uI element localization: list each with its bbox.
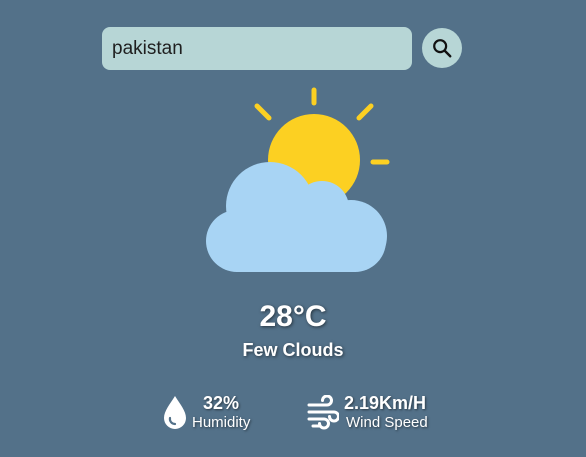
wind-speed-label: Wind Speed	[346, 414, 428, 431]
weather-description: Few Clouds	[242, 340, 344, 360]
temperature: 28°C	[259, 300, 327, 333]
search-input[interactable]	[102, 27, 412, 70]
partly-cloudy-icon	[206, 87, 390, 272]
humidity-label: Humidity	[192, 414, 251, 431]
wind-icon	[307, 395, 339, 430]
humidity-value: 32%	[203, 393, 240, 413]
search-icon	[433, 39, 452, 58]
cloud-icon	[206, 162, 387, 272]
search-bar	[102, 27, 462, 70]
wind-speed-value: 2.19Km/H	[344, 393, 427, 413]
search-button[interactable]	[422, 28, 462, 68]
water-drop-icon	[164, 396, 186, 429]
humidity-stat: 32% Humidity	[161, 393, 261, 435]
wind-stat: 2.19Km/H Wind Speed	[307, 393, 447, 435]
